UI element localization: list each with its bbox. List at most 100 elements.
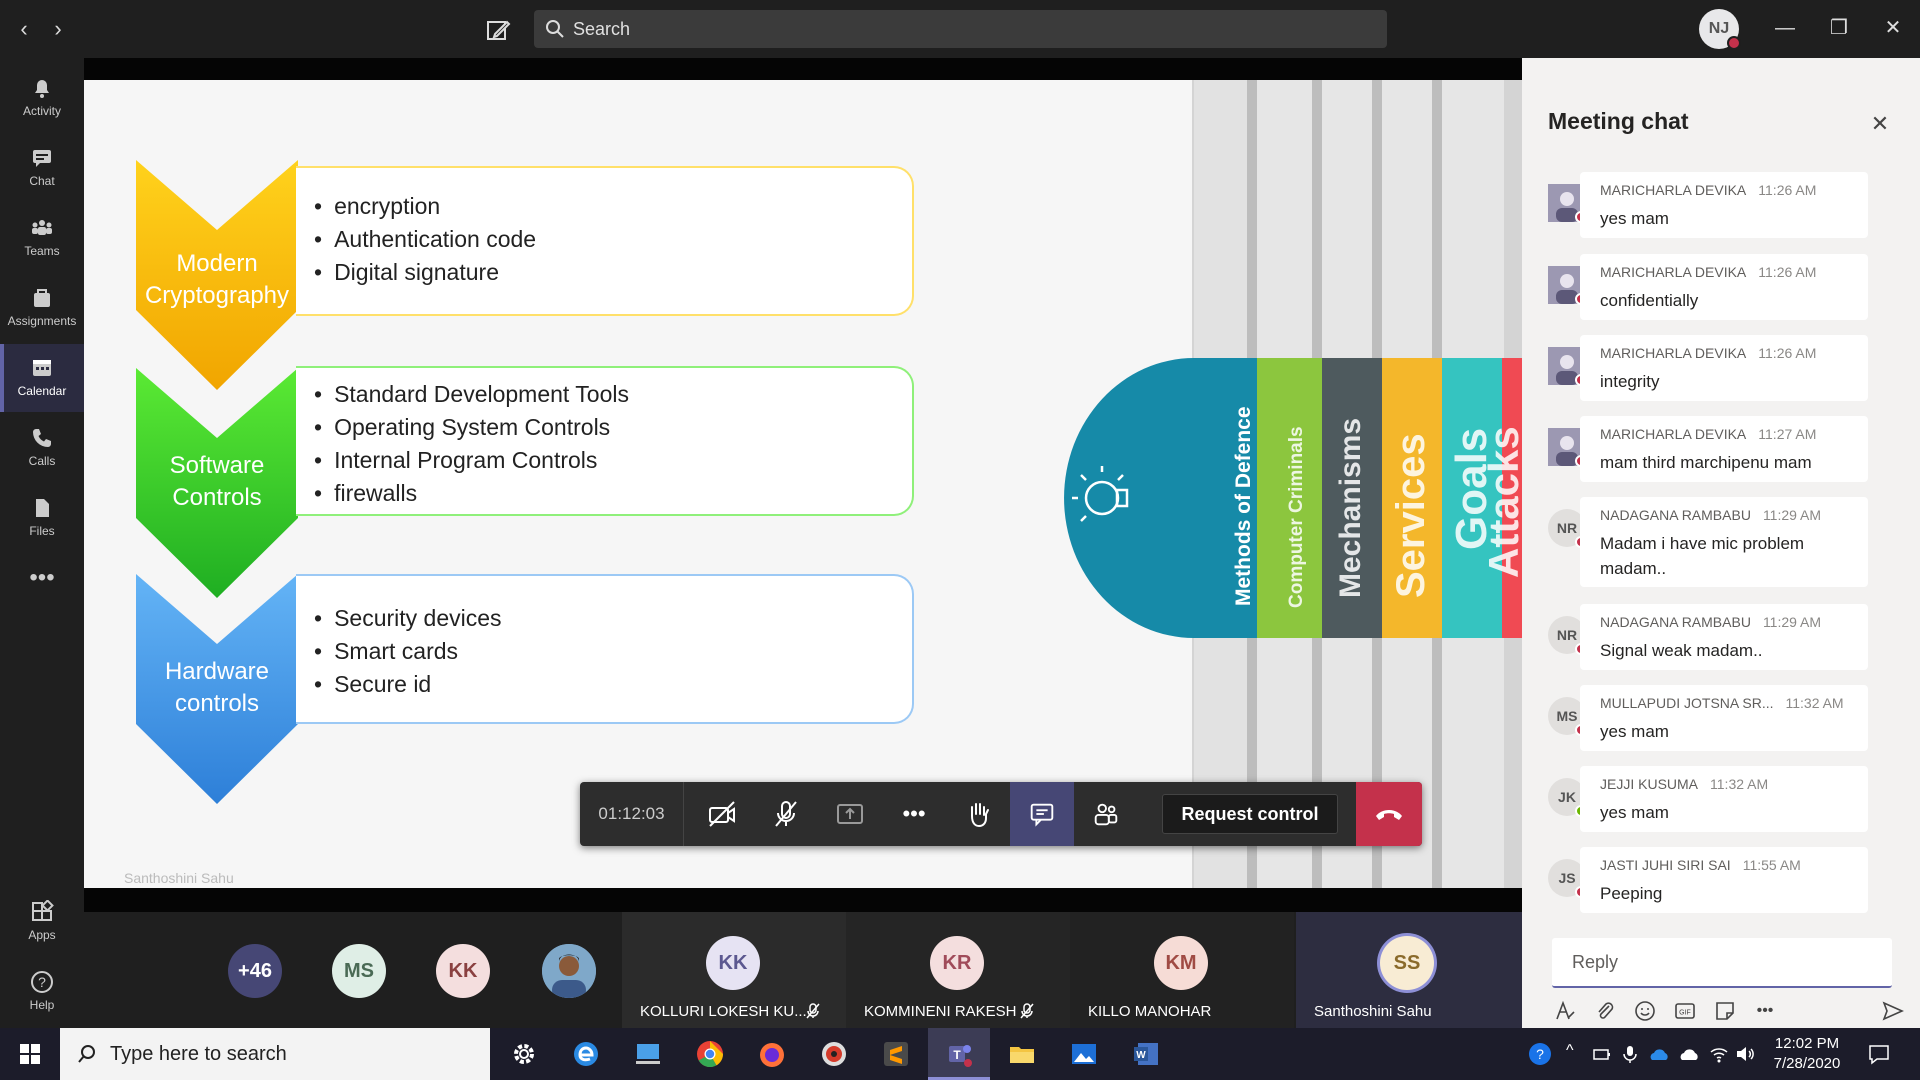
chat-message[interactable]: NADAGANA RAMBABU 11:29 AM Madam i have mic… bbox=[1580, 497, 1868, 587]
format-text-icon[interactable] bbox=[1552, 998, 1578, 1024]
sticker-icon[interactable] bbox=[1712, 998, 1738, 1024]
overflow-participants-badge[interactable]: +46 bbox=[228, 944, 282, 998]
help-icon: ? bbox=[31, 971, 53, 993]
request-control-button[interactable]: Request control bbox=[1162, 794, 1338, 834]
send-icon[interactable] bbox=[1880, 998, 1906, 1024]
gif-icon[interactable]: GIF bbox=[1672, 998, 1698, 1024]
more-apps-ellipsis-icon[interactable]: ••• bbox=[0, 558, 84, 626]
chat-message[interactable]: MARICHARLA DEVIKA 11:26 AM yes mam bbox=[1580, 172, 1868, 238]
onedrive-icon[interactable] bbox=[1648, 1044, 1670, 1064]
raise-hand-icon[interactable] bbox=[946, 782, 1010, 846]
chat-message[interactable]: MARICHARLA DEVIKA 11:26 AM confidentially bbox=[1580, 254, 1868, 320]
participant-tile-speaking[interactable]: SS Santhoshini Sahu bbox=[1296, 912, 1522, 1028]
minimize-icon[interactable]: — bbox=[1770, 13, 1800, 43]
file-explorer-icon[interactable] bbox=[1006, 1038, 1038, 1070]
hardware-list-box: Security devices Smart cards Secure id bbox=[296, 574, 914, 724]
sublime-text-icon[interactable] bbox=[880, 1038, 912, 1070]
chat-message[interactable]: NADAGANA RAMBABU 11:29 AM Signal weak mada… bbox=[1580, 604, 1868, 670]
message-time: 11:26 AM bbox=[1758, 345, 1817, 361]
show-participants-icon[interactable] bbox=[1074, 782, 1138, 846]
chat-message[interactable]: JASTI JUHI SIRI SAI 11:55 AM Peeping bbox=[1580, 847, 1868, 913]
photos-icon[interactable] bbox=[1068, 1038, 1100, 1070]
mic-muted-icon[interactable] bbox=[754, 782, 818, 846]
microsoft-teams-icon[interactable]: T bbox=[943, 1038, 975, 1070]
participant-tile[interactable]: KR KOMMINENI RAKESH bbox=[846, 912, 1070, 1028]
participant-tile[interactable]: KK KOLLURI LOKESH KU... bbox=[622, 912, 846, 1028]
share-screen-icon[interactable] bbox=[818, 782, 882, 846]
participant-avatar: SS bbox=[1380, 936, 1434, 990]
assignments-icon bbox=[34, 289, 50, 307]
help-tray-icon[interactable]: ? bbox=[1526, 1040, 1554, 1068]
chat-message[interactable]: MARICHARLA DEVIKA 11:27 AM mam third march… bbox=[1580, 416, 1868, 482]
sender-initials: NR bbox=[1556, 520, 1578, 536]
action-center-icon[interactable] bbox=[1866, 1041, 1892, 1067]
firefox-icon[interactable] bbox=[756, 1038, 788, 1070]
message-text: yes mam bbox=[1600, 803, 1669, 822]
emoji-icon[interactable] bbox=[1632, 998, 1658, 1024]
hang-up-button[interactable] bbox=[1356, 782, 1422, 846]
participant-name: KOMMINENI RAKESH bbox=[864, 1003, 1017, 1020]
clock-time: 12:02 PM bbox=[1774, 1035, 1840, 1052]
attach-icon[interactable] bbox=[1592, 998, 1618, 1024]
desktop-app-icon[interactable] bbox=[632, 1038, 664, 1070]
rail-label: Chat bbox=[29, 174, 55, 188]
onedrive-personal-icon[interactable] bbox=[1678, 1044, 1700, 1064]
more-actions-ellipsis-icon[interactable]: ••• bbox=[882, 782, 946, 846]
settings-gear-icon[interactable] bbox=[508, 1038, 540, 1070]
chat-message[interactable]: JEJJI KUSUMA 11:32 AM yes mam bbox=[1580, 766, 1868, 832]
edge-browser-icon[interactable] bbox=[570, 1038, 602, 1070]
rail-calendar[interactable]: Calendar bbox=[0, 344, 84, 412]
rail-teams[interactable]: Teams bbox=[0, 204, 84, 272]
restore-icon[interactable]: ❐ bbox=[1824, 13, 1854, 43]
windows-start-icon[interactable] bbox=[0, 1028, 60, 1080]
search-icon bbox=[546, 20, 564, 38]
user-avatar[interactable]: NJ bbox=[1699, 9, 1741, 50]
sender-name: MARICHARLA DEVIKA bbox=[1600, 264, 1747, 280]
forward-arrow-icon[interactable]: › bbox=[45, 16, 71, 42]
show-conversation-icon[interactable] bbox=[1010, 782, 1074, 846]
message-time: 11:29 AM bbox=[1762, 614, 1822, 630]
close-window-icon[interactable]: ✕ bbox=[1878, 13, 1908, 43]
new-chat-compose-icon[interactable] bbox=[483, 15, 513, 45]
chat-message[interactable]: MARICHARLA DEVIKA 11:26 AM integrity bbox=[1580, 335, 1868, 401]
participant-photo-avatar[interactable] bbox=[542, 944, 596, 998]
word-icon[interactable]: W bbox=[1130, 1038, 1162, 1070]
bullet-item: encryption bbox=[314, 190, 912, 223]
media-player-icon[interactable] bbox=[818, 1038, 850, 1070]
rail-apps[interactable]: Apps bbox=[0, 888, 84, 956]
battery-icon[interactable] bbox=[1592, 1044, 1612, 1064]
message-text: Madam i have mic problem madam.. bbox=[1600, 534, 1805, 578]
rail-calls[interactable]: Calls bbox=[0, 414, 84, 482]
bullet-item: firewalls bbox=[314, 477, 912, 510]
taskbar-clock[interactable]: 12:02 PM 7/28/2020 bbox=[1762, 1034, 1852, 1074]
more-options-ellipsis-icon[interactable]: ••• bbox=[1752, 998, 1778, 1024]
rail-assignments[interactable]: Assignments bbox=[0, 274, 84, 342]
taskbar-search-box[interactable]: Type here to search bbox=[60, 1028, 490, 1080]
back-arrow-icon[interactable]: ‹ bbox=[11, 16, 37, 42]
rail-files[interactable]: Files bbox=[0, 484, 84, 552]
rail-activity[interactable]: Activity bbox=[0, 64, 84, 132]
search-box[interactable]: Search bbox=[534, 10, 1387, 48]
reply-placeholder: Reply bbox=[1572, 952, 1619, 972]
windows-taskbar: Type here to search T W ? ^ 12:02 PM 7/28… bbox=[0, 1028, 1920, 1080]
reply-input[interactable]: Reply bbox=[1552, 938, 1892, 988]
rail-help[interactable]: ? Help bbox=[0, 958, 84, 1026]
chrome-icon[interactable] bbox=[694, 1038, 726, 1070]
wifi-icon[interactable] bbox=[1708, 1044, 1730, 1064]
message-time: 11:26 AM bbox=[1758, 264, 1817, 280]
files-icon bbox=[36, 499, 49, 517]
volume-icon[interactable] bbox=[1734, 1044, 1756, 1064]
svg-text:?: ? bbox=[38, 974, 46, 990]
microphone-tray-icon[interactable] bbox=[1620, 1044, 1640, 1064]
participant-tile[interactable]: KM KILLO MANOHAR bbox=[1070, 912, 1294, 1028]
camera-off-icon[interactable] bbox=[690, 782, 754, 846]
participant-avatar[interactable]: MS bbox=[332, 944, 386, 998]
sender-name: MARICHARLA DEVIKA bbox=[1600, 426, 1747, 442]
chat-message[interactable]: MULLAPUDI JOTSNA SR... 11:32 AM yes mam bbox=[1580, 685, 1868, 751]
tab-methods-of-defence: Methods of Defence bbox=[1232, 406, 1255, 606]
close-chat-icon[interactable]: ✕ bbox=[1868, 112, 1892, 136]
show-hidden-icons-chevron-icon[interactable]: ^ bbox=[1566, 1042, 1574, 1060]
rail-chat[interactable]: Chat bbox=[0, 134, 84, 202]
participant-avatar[interactable]: KK bbox=[436, 944, 490, 998]
participant-name: KILLO MANOHAR bbox=[1088, 1003, 1212, 1020]
